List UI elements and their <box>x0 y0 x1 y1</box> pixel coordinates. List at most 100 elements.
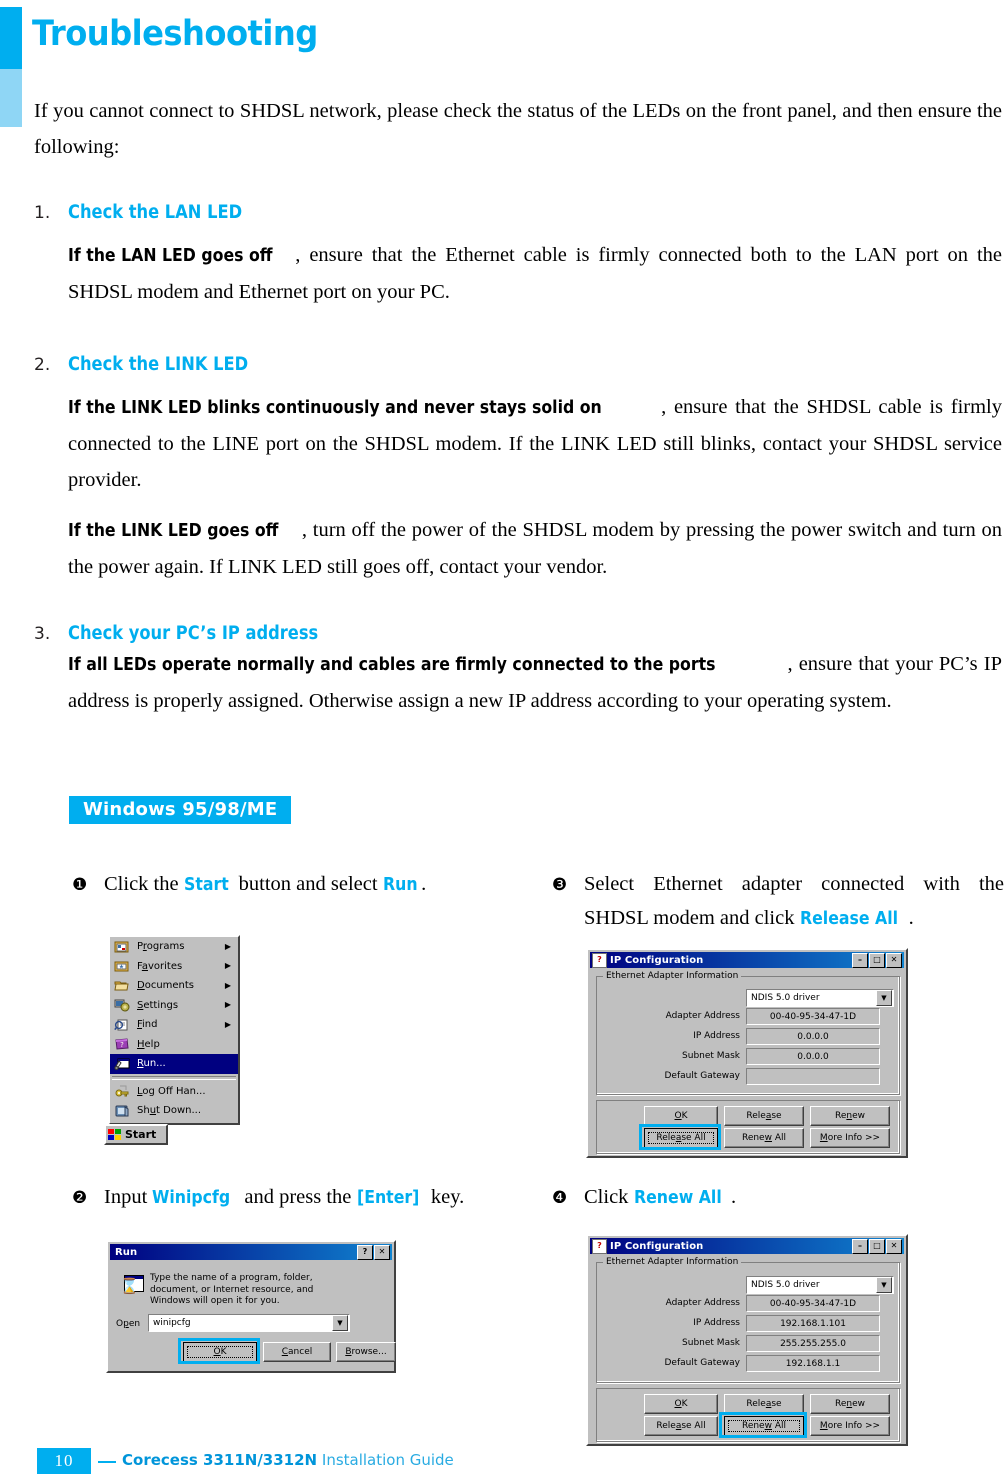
ipconfig-top-ok-button[interactable]: OK <box>644 1106 718 1126</box>
start-menu-label-documents: Documents <box>137 980 195 992</box>
chevron-right-icon: ▶ <box>224 941 231 951</box>
svg-text:★: ★ <box>119 964 124 971</box>
ipconfig-top-adapter-select[interactable]: NDIS 5.0 driver ▼ <box>746 989 894 1007</box>
start-menu-item-programs[interactable]: Programs ▶ <box>110 937 238 957</box>
ipconfig-bottom-more-info-button[interactable]: More Info >> <box>810 1416 890 1436</box>
section-1-lead: If the LAN LED goes off <box>68 246 273 266</box>
ipconfig-bottom-renew-button[interactable]: Renew <box>810 1394 890 1414</box>
settings-icon <box>114 997 130 1013</box>
ipconfig-top-release-all-button[interactable]: Release All <box>644 1128 718 1148</box>
start-menu-item-help[interactable]: ? Help <box>110 1035 238 1055</box>
minimize-icon[interactable]: – <box>852 1238 868 1254</box>
header-accent-bar <box>0 7 22 127</box>
ipconfig-top-titlebar: ? IP Configuration – □ ✕ <box>590 952 904 968</box>
step-4-text: Click Renew All. <box>584 1180 952 1215</box>
section-3-body: If all LEDs operate normally and cables … <box>68 646 1002 719</box>
run-ok-button[interactable]: OK <box>183 1342 257 1362</box>
ipconfig-bottom-value-default-gateway: 192.168.1.1 <box>746 1355 880 1372</box>
section-3-lead: If all LEDs operate normally and cables … <box>68 655 716 675</box>
chevron-down-icon[interactable]: ▼ <box>332 1315 348 1331</box>
run-dialog[interactable]: Run ? ✕ ⌛ Type the name of a program, fo… <box>106 1240 396 1373</box>
ipconfig-bottom-release-button[interactable]: Release <box>724 1394 804 1414</box>
run-browse-button[interactable]: Browse... <box>336 1342 396 1362</box>
step-2-text-b: and press the <box>239 1186 357 1208</box>
ipconfig-bottom-adapter-select[interactable]: NDIS 5.0 driver ▼ <box>746 1276 894 1294</box>
ipconfig-top-release-button[interactable]: Release <box>724 1106 804 1126</box>
ipconfig-bottom-ok-button[interactable]: OK <box>644 1394 718 1414</box>
ipconfig-top-value-default-gateway <box>746 1068 880 1085</box>
ipconfig-app-icon: ? <box>592 952 607 968</box>
section-3-number: 3. <box>34 624 51 644</box>
run-cancel-button[interactable]: Cancel <box>263 1342 331 1362</box>
start-menu-item-shutdown[interactable]: Shut Down... <box>110 1101 238 1121</box>
accent-bar-top <box>0 7 22 69</box>
section-2-lead-2: If the LINK LED goes off <box>68 521 279 541</box>
ipconfig-top-more-info-button[interactable]: More Info >> <box>810 1128 890 1148</box>
start-menu-label-settings: Settings <box>137 999 179 1011</box>
start-menu[interactable]: Programs ▶ ★ Favorites ▶ Documents ▶ Set… <box>108 935 240 1125</box>
close-icon[interactable]: ✕ <box>374 1244 390 1260</box>
start-menu-item-run[interactable]: Run... <box>110 1054 238 1074</box>
footer-brand: Corecess 3311N/3312N <box>122 1451 318 1469</box>
ipconfig-top-label-adapter-address: Adapter Address <box>665 1011 740 1021</box>
run-dialog-icon: ⌛ <box>120 1275 144 1297</box>
maximize-icon[interactable]: □ <box>869 952 885 968</box>
step-2: ❷ Input Winipcfg and press the [Enter] k… <box>72 1180 502 1215</box>
section-2-heading: Check the LINK LED <box>68 354 249 375</box>
ipconfig-dialog-top[interactable]: ? IP Configuration – □ ✕ Ethernet Adapte… <box>586 948 908 1158</box>
step-1-bullet: ❶ <box>72 875 88 895</box>
start-menu-item-find[interactable]: Find ▶ <box>110 1015 238 1035</box>
run-icon <box>114 1056 130 1072</box>
help-button[interactable]: ? <box>357 1244 373 1260</box>
close-icon[interactable]: ✕ <box>886 952 902 968</box>
step-1-text: Click the Start button and select Run. <box>104 867 492 902</box>
step-4-text-a: Click <box>584 1186 634 1208</box>
ipconfig-app-icon: ? <box>592 1238 607 1254</box>
ipconfig-bottom-value-adapter-address: 00-40-95-34-47-1D <box>746 1295 880 1312</box>
ipconfig-top-renew-button[interactable]: Renew <box>810 1106 890 1126</box>
step-1-text-c: . <box>421 873 427 895</box>
windows-flag-icon <box>108 1128 122 1141</box>
start-menu-item-logoff[interactable]: Log Off Han... <box>110 1082 238 1102</box>
close-icon[interactable]: ✕ <box>886 1238 902 1254</box>
ipconfig-top-title: IP Configuration <box>610 954 704 966</box>
ipconfig-bottom-adapter-value: NDIS 5.0 driver <box>751 1280 820 1290</box>
start-button[interactable]: Start <box>104 1124 168 1145</box>
ipconfig-bottom-label-adapter-address: Adapter Address <box>665 1298 740 1308</box>
step-2-enter-ref: [Enter] <box>356 1188 419 1208</box>
footer-text: Corecess 3311N/3312N Installation Guide <box>122 1451 454 1469</box>
start-menu-item-documents[interactable]: Documents ▶ <box>110 976 238 996</box>
chevron-down-icon[interactable]: ▼ <box>876 1277 892 1293</box>
ipconfig-bottom-label-subnet-mask: Subnet Mask <box>682 1338 740 1348</box>
ipconfig-top-value-ip-address: 0.0.0.0 <box>746 1028 880 1045</box>
ipconfig-bottom-titlebar: ? IP Configuration – □ ✕ <box>590 1238 904 1254</box>
start-menu-separator <box>112 1075 236 1080</box>
section-1-heading: Check the LAN LED <box>68 202 243 223</box>
ipconfig-top-renew-all-button[interactable]: Renew All <box>724 1128 804 1148</box>
run-dialog-description: Type the name of a program, folder, docu… <box>150 1273 314 1306</box>
step-1: ❶ Click the Start button and select Run. <box>72 867 492 902</box>
run-open-input[interactable]: winipcfg ▼ <box>148 1314 350 1332</box>
ipconfig-bottom-release-all-button[interactable]: Release All <box>644 1416 718 1436</box>
chevron-down-icon[interactable]: ▼ <box>876 990 892 1006</box>
ipconfig-dialog-bottom[interactable]: ? IP Configuration – □ ✕ Ethernet Adapte… <box>586 1234 908 1446</box>
step-1-text-b: button and select <box>233 873 383 895</box>
start-menu-item-settings[interactable]: Settings ▶ <box>110 996 238 1016</box>
step-2-text-c: key. <box>425 1186 465 1208</box>
documents-icon <box>114 978 130 994</box>
step-1-text-a: Click the <box>104 873 184 895</box>
section-2-body: If the LINK LED blinks continuously and … <box>68 389 1002 498</box>
help-icon: ? <box>114 1036 130 1052</box>
start-menu-label-programs: Programs <box>137 941 185 953</box>
maximize-icon[interactable]: □ <box>869 1238 885 1254</box>
step-1-run-ref: Run <box>382 875 418 895</box>
minimize-icon[interactable]: – <box>852 952 868 968</box>
ipconfig-top-value-adapter-address: 00-40-95-34-47-1D <box>746 1008 880 1025</box>
chevron-right-icon: ▶ <box>224 980 231 990</box>
run-browse-label: Browse... <box>345 1347 387 1357</box>
ipconfig-bottom-value-subnet-mask: 255.255.255.0 <box>746 1335 880 1352</box>
step-3-release-all-ref: Release All <box>799 909 898 929</box>
start-menu-label-help: Help <box>137 1038 160 1050</box>
start-menu-item-favorites[interactable]: ★ Favorites ▶ <box>110 957 238 977</box>
ipconfig-bottom-renew-all-button[interactable]: Renew All <box>724 1416 804 1436</box>
